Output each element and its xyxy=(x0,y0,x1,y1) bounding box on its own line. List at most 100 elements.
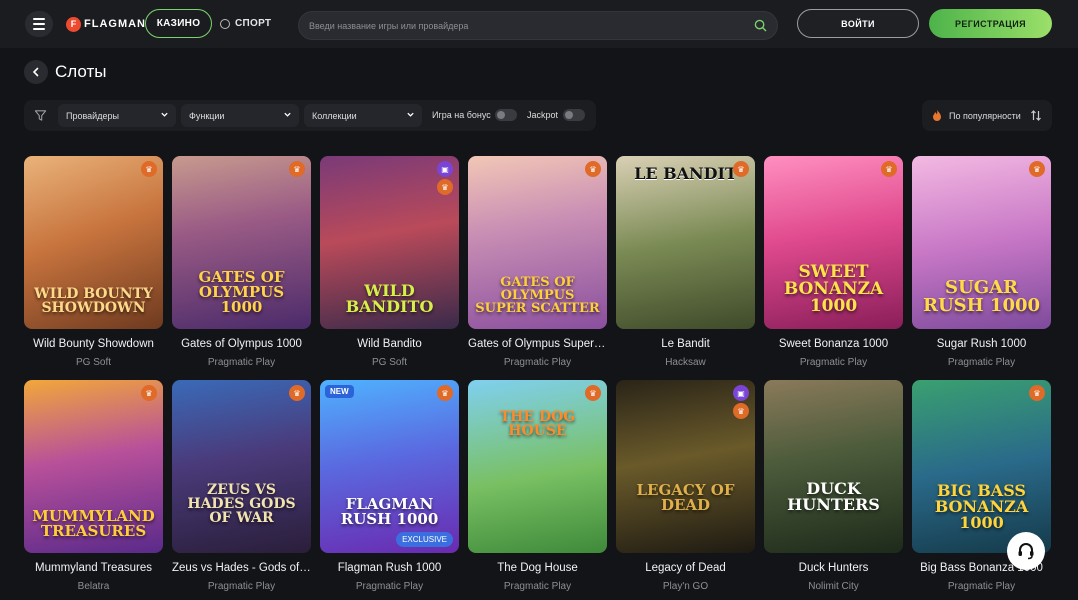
game-thumbnail[interactable]: DUCK HUNTERS xyxy=(764,380,903,553)
game-thumbnail[interactable]: GATES OF OLYMPUS SUPER SCATTER ♛ xyxy=(468,156,607,329)
jackpot-label: Jackpot xyxy=(527,110,559,120)
game-thumbnail-art: SWEET BONANZA 1000 xyxy=(783,262,884,316)
game-title[interactable]: Zeus vs Hades - Gods of War xyxy=(172,562,311,574)
sort-arrows-icon[interactable] xyxy=(1030,109,1042,122)
flagman-logo[interactable]: F FLAGMAN xyxy=(66,14,146,34)
game-provider: Pragmatic Play xyxy=(207,357,276,368)
top-navigation-bar: F FLAGMAN КАЗИНО СПОРТ ВОЙТИ РЕГИСТРАЦИЯ xyxy=(0,0,1078,48)
game-card[interactable]: FLAGMAN RUSH 1000 NEW ♛ EXCLUSIVE Flagma… xyxy=(320,380,459,600)
game-title[interactable]: Le Bandit xyxy=(616,338,755,350)
game-thumbnail-art: WILD BANDITO xyxy=(345,281,434,316)
collections-dropdown[interactable]: Коллекции xyxy=(304,104,422,127)
sort-label: По популярности xyxy=(949,111,1021,121)
collections-dropdown-label: Коллекции xyxy=(312,110,357,121)
game-title[interactable]: Wild Bandito xyxy=(320,338,459,350)
game-thumbnail[interactable]: MUMMYLAND TREASURES ♛ xyxy=(24,380,163,553)
trophy-icon: ♛ xyxy=(733,161,749,177)
game-thumbnail[interactable]: SWEET BONANZA 1000 ♛ xyxy=(764,156,903,329)
game-thumbnail[interactable]: FLAGMAN RUSH 1000 NEW ♛ EXCLUSIVE xyxy=(320,380,459,553)
game-card[interactable]: SUGAR RUSH 1000 ♛ Sugar Rush 1000 Pragma… xyxy=(912,156,1051,376)
game-thumbnail-art: LEGACY OF DEAD xyxy=(636,481,735,514)
game-card[interactable]: ZEUS VS HADES GODS OF WAR ♛ Zeus vs Hade… xyxy=(172,380,311,600)
search-input[interactable] xyxy=(309,12,749,39)
game-title[interactable]: Duck Hunters xyxy=(764,562,903,574)
trophy-icon: ♛ xyxy=(141,385,157,401)
game-thumbnail-art: ZEUS VS HADES GODS OF WAR xyxy=(187,482,296,526)
features-dropdown-label: Функции xyxy=(189,110,225,121)
game-provider: PG Soft xyxy=(371,357,407,368)
game-thumbnail[interactable]: WILD BANDITO ▣ ♛ xyxy=(320,156,459,329)
game-provider: Pragmatic Play xyxy=(799,357,868,368)
headset-icon[interactable] xyxy=(1007,532,1045,570)
game-thumbnail[interactable]: SUGAR RUSH 1000 ♛ xyxy=(912,156,1051,329)
game-thumbnail[interactable]: THE DOG HOUSE ♛ xyxy=(468,380,607,553)
trophy-icon: ♛ xyxy=(289,161,305,177)
back-arrow-icon[interactable] xyxy=(24,60,48,84)
search-icon[interactable] xyxy=(754,19,767,32)
game-provider: Pragmatic Play xyxy=(947,581,1016,592)
nav-tab-casino[interactable]: КАЗИНО xyxy=(145,9,212,38)
features-dropdown[interactable]: Функции xyxy=(181,104,299,127)
game-card[interactable]: WILD BOUNTY SHOWDOWN ♛ Wild Bounty Showd… xyxy=(24,156,163,376)
game-thumbnail[interactable]: GATES OF OLYMPUS 1000 ♛ xyxy=(172,156,311,329)
game-provider: Pragmatic Play xyxy=(503,357,572,368)
game-card[interactable]: SWEET BONANZA 1000 ♛ Sweet Bonanza 1000 … xyxy=(764,156,903,376)
filter-icon[interactable] xyxy=(34,109,47,122)
game-thumbnail[interactable]: BIG BASS BONANZA 1000 ♛ xyxy=(912,380,1051,553)
trophy-icon: ♛ xyxy=(733,403,749,419)
game-thumbnail[interactable]: WILD BOUNTY SHOWDOWN ♛ xyxy=(24,156,163,329)
trophy-icon: ♛ xyxy=(881,161,897,177)
game-card[interactable]: WILD BANDITO ▣ ♛ Wild Bandito PG Soft xyxy=(320,156,459,376)
logo-mark-icon: F xyxy=(66,16,81,32)
game-title[interactable]: Gates of Olympus Super Scatter xyxy=(468,338,607,350)
game-title[interactable]: Legacy of Dead xyxy=(616,562,755,574)
register-button[interactable]: РЕГИСТРАЦИЯ xyxy=(929,9,1052,38)
chevron-down-icon xyxy=(284,112,291,117)
game-title[interactable]: Gates of Olympus 1000 xyxy=(172,338,311,350)
game-title[interactable]: Flagman Rush 1000 xyxy=(320,562,459,574)
game-provider: Pragmatic Play xyxy=(355,581,424,592)
filter-bar: Провайдеры Функции Коллекции Игра на бон… xyxy=(24,100,596,131)
game-title[interactable]: Wild Bounty Showdown xyxy=(24,338,163,350)
login-button[interactable]: ВОЙТИ xyxy=(797,9,919,38)
jackpot-toggle[interactable] xyxy=(563,109,585,121)
nav-tab-sport[interactable]: СПОРТ xyxy=(220,9,278,38)
game-card[interactable]: GATES OF OLYMPUS 1000 ♛ Gates of Olympus… xyxy=(172,156,311,376)
game-provider: Hacksaw xyxy=(665,357,706,368)
game-card[interactable]: LE BANDIT ♛ Le Bandit Hacksaw xyxy=(616,156,755,376)
menu-icon[interactable] xyxy=(25,11,53,37)
game-title[interactable]: The Dog House xyxy=(468,562,607,574)
bonus-play-toggle[interactable] xyxy=(495,109,517,121)
game-provider: PG Soft xyxy=(75,357,111,368)
trophy-icon: ♛ xyxy=(141,161,157,177)
trophy-icon: ♛ xyxy=(585,161,601,177)
game-card[interactable]: MUMMYLAND TREASURES ♛ Mummyland Treasure… xyxy=(24,380,163,600)
game-card[interactable]: LEGACY OF DEAD ▣ ♛ Legacy of Dead Play'n… xyxy=(616,380,755,600)
game-card[interactable]: THE DOG HOUSE ♛ The Dog House Pragmatic … xyxy=(468,380,607,600)
game-thumbnail-art: MUMMYLAND TREASURES xyxy=(32,507,155,540)
logo-text: FLAGMAN xyxy=(84,18,146,30)
game-card[interactable]: GATES OF OLYMPUS SUPER SCATTER ♛ Gates o… xyxy=(468,156,607,376)
providers-dropdown[interactable]: Провайдеры xyxy=(58,104,176,127)
game-provider: Nolimit City xyxy=(808,581,859,592)
game-title[interactable]: Sugar Rush 1000 xyxy=(912,338,1051,350)
game-thumbnail-art: FLAGMAN RUSH 1000 xyxy=(340,495,439,528)
new-badge: NEW xyxy=(325,385,354,398)
sort-dropdown[interactable]: По популярности xyxy=(922,100,1052,131)
game-thumbnail-art: GATES OF OLYMPUS 1000 xyxy=(198,268,285,316)
game-thumbnail-art: DUCK HUNTERS xyxy=(787,479,880,514)
game-card[interactable]: DUCK HUNTERS Duck Hunters Nolimit City xyxy=(764,380,903,600)
game-thumbnail[interactable]: ZEUS VS HADES GODS OF WAR ♛ xyxy=(172,380,311,553)
game-provider: Play'n GO xyxy=(662,581,709,592)
page-title: Слоты xyxy=(55,62,107,81)
trophy-icon: ♛ xyxy=(585,385,601,401)
game-thumbnail[interactable]: LEGACY OF DEAD ▣ ♛ xyxy=(616,380,755,553)
nav-tab-sport-label: СПОРТ xyxy=(235,18,272,29)
trophy-icon: ♛ xyxy=(437,179,453,195)
game-thumbnail-art: GATES OF OLYMPUS SUPER SCATTER xyxy=(475,275,600,316)
game-provider: Belatra xyxy=(77,581,110,592)
game-title[interactable]: Mummyland Treasures xyxy=(24,562,163,574)
trophy-icon: ♛ xyxy=(1029,161,1045,177)
game-title[interactable]: Sweet Bonanza 1000 xyxy=(764,338,903,350)
game-thumbnail[interactable]: LE BANDIT ♛ xyxy=(616,156,755,329)
